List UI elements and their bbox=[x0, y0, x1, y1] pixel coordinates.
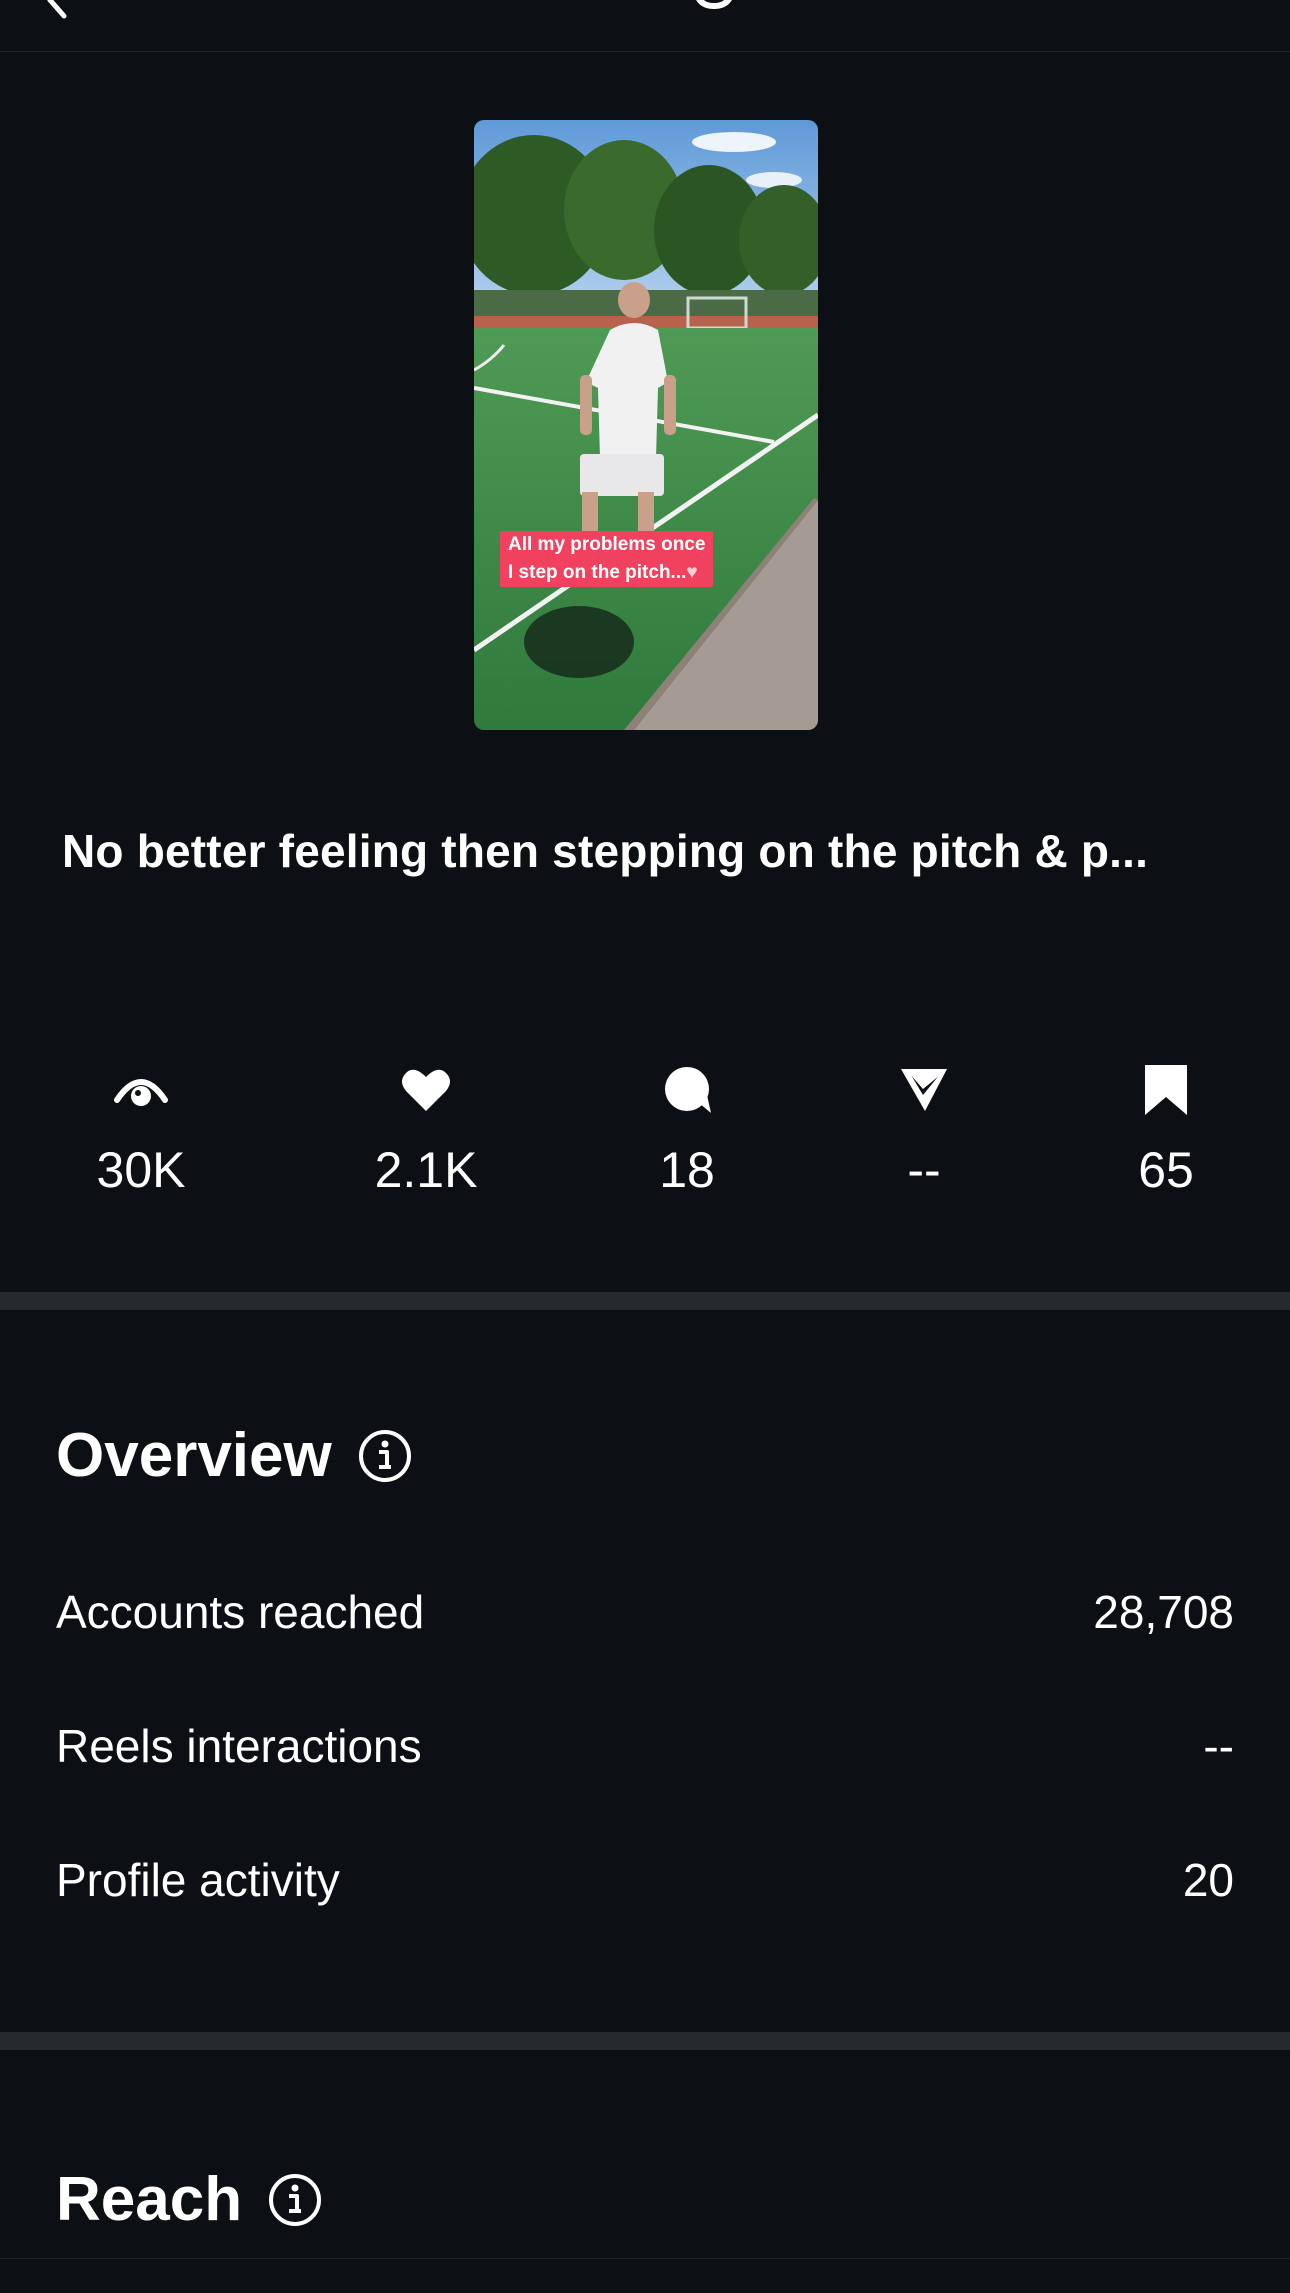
overview-row-reels-interactions[interactable]: Reels interactions -- bbox=[56, 1719, 1234, 1789]
row-value: 20 bbox=[1182, 1854, 1234, 1906]
share-icon bbox=[896, 1062, 952, 1118]
heart-emoji-icon: ♥ bbox=[686, 562, 698, 583]
info-icon[interactable] bbox=[268, 2173, 322, 2227]
row-label: Accounts reached bbox=[56, 1586, 425, 1638]
stat-views[interactable]: 30K bbox=[31, 1058, 251, 1208]
row-label: Profile activity bbox=[56, 1854, 340, 1906]
eye-icon bbox=[113, 1062, 169, 1118]
row-label: Reels interactions bbox=[56, 1720, 422, 1772]
overview-heading: Overview bbox=[56, 1420, 412, 1491]
row-value: 28,708 bbox=[1093, 1586, 1234, 1638]
stats-row: 30K 2.1K 18 -- 65 bbox=[0, 1058, 1290, 1208]
comment-icon bbox=[659, 1062, 715, 1118]
reach-heading: Reach bbox=[56, 2164, 322, 2235]
thumbnail-caption-line-1: All my problems once bbox=[508, 534, 706, 555]
bottom-separator bbox=[0, 2258, 1290, 2259]
heart-icon bbox=[398, 1062, 454, 1118]
stat-value: 18 bbox=[659, 1142, 715, 1198]
stat-comments[interactable]: 18 bbox=[577, 1058, 797, 1208]
reach-title: Reach bbox=[56, 2165, 243, 2234]
overview-row-profile-activity[interactable]: Profile activity 20 bbox=[56, 1853, 1234, 1923]
reel-thumbnail-image bbox=[474, 120, 818, 730]
chevron-left-icon bbox=[47, 0, 67, 19]
top-bar bbox=[0, 0, 1290, 52]
stat-value: 65 bbox=[1138, 1142, 1194, 1198]
reel-caption: No better feeling then stepping on the p… bbox=[62, 825, 1149, 877]
page-title-fragment bbox=[690, 0, 738, 12]
section-divider bbox=[0, 2032, 1290, 2050]
stat-value: 30K bbox=[96, 1142, 186, 1198]
section-divider bbox=[0, 1292, 1290, 1310]
stat-value: -- bbox=[907, 1142, 941, 1198]
info-icon[interactable] bbox=[358, 1429, 412, 1483]
bookmark-icon bbox=[1138, 1062, 1194, 1118]
back-button[interactable] bbox=[36, 0, 80, 24]
row-value: -- bbox=[1203, 1720, 1234, 1772]
reel-thumbnail-caption: All my problems once I step on the pitch… bbox=[500, 531, 714, 587]
thumbnail-caption-line-2: I step on the pitch... bbox=[508, 562, 687, 583]
stat-value: 2.1K bbox=[374, 1142, 478, 1198]
reel-thumbnail[interactable]: All my problems once I step on the pitch… bbox=[474, 120, 818, 730]
reel-insights-screen: All my problems once I step on the pitch… bbox=[0, 0, 1290, 2293]
overview-title: Overview bbox=[56, 1421, 332, 1490]
stat-shares[interactable]: -- bbox=[814, 1058, 1034, 1208]
stat-saves[interactable]: 65 bbox=[1056, 1058, 1276, 1208]
overview-row-accounts-reached[interactable]: Accounts reached 28,708 bbox=[56, 1585, 1234, 1655]
stat-likes[interactable]: 2.1K bbox=[316, 1058, 536, 1208]
